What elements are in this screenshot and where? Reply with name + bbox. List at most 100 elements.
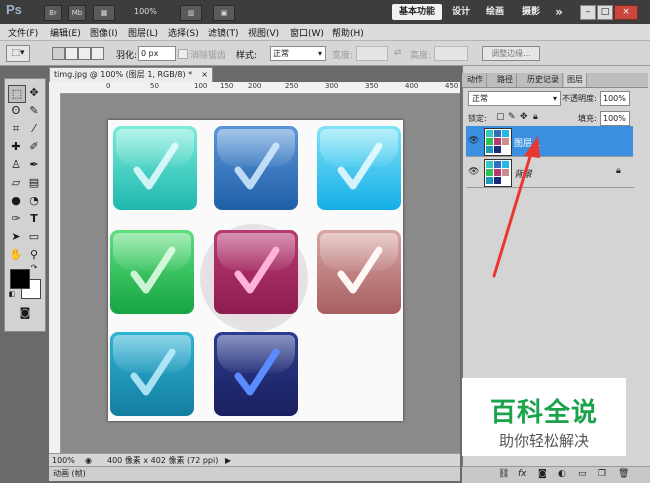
layer-lock-icon: 🔒︎ [616, 166, 621, 176]
lock-position-icon[interactable]: ✥ [520, 112, 528, 122]
menu-filter[interactable]: 滤镜(T) [208, 26, 239, 39]
antialias-checkbox[interactable] [178, 49, 188, 59]
screen-mode-button[interactable]: ▣ [213, 5, 235, 21]
animation-panel-tab[interactable]: 动画 (帧) [49, 466, 460, 481]
tab-layers[interactable]: 图层 [564, 73, 587, 87]
type-tool-icon[interactable]: T [26, 211, 42, 227]
foreground-color-swatch[interactable] [10, 269, 30, 289]
link-layers-icon[interactable]: ⛓︎ [498, 469, 509, 479]
fill-input[interactable]: 100% [600, 111, 630, 126]
check-icon-magenta [214, 230, 298, 314]
tab-history[interactable]: 历史记录 [524, 73, 563, 87]
eyedropper-tool-icon[interactable]: ⁄ [26, 121, 42, 137]
tools-panel: ⬚ ✥ ʘ ✎ ⌗ ⁄ ✚ ✐ ♙ ✒ ▱ ▤ ● ◔ ✑ T ➤ ▭ ✋ ⚲ … [4, 78, 46, 332]
mini-bridge-button[interactable]: Mb [68, 5, 86, 21]
options-bar: ⬚▾ 羽化: 0 px 消除锯齿 样式: 正常 ▾ 宽度: ⇄ 高度: 调整边缘.… [0, 41, 650, 66]
style-select[interactable]: 正常 ▾ [270, 46, 326, 61]
new-group-icon[interactable]: ▭ [578, 469, 587, 479]
hand-tool-icon[interactable]: ✋ [8, 247, 24, 263]
lock-transparent-icon[interactable]: ▢ [496, 112, 505, 122]
intersect-selection-icon[interactable] [91, 47, 104, 60]
maximize-button[interactable]: □ [597, 5, 613, 20]
height-label: 高度: [410, 51, 432, 61]
view-extras-button[interactable]: ▦ [93, 5, 115, 21]
arrange-documents-button[interactable]: ▥ [180, 5, 202, 21]
application-bar: Ps Br Mb ▦ 100% ▥ ▣ 基本功能 设计 绘画 摄影 » – □ … [0, 0, 650, 25]
workspace-basic[interactable]: 基本功能 [392, 4, 442, 20]
eraser-tool-icon[interactable]: ▱ [8, 175, 24, 191]
move-tool-icon[interactable]: ✥ [26, 85, 42, 101]
ruler-tick: 300 [325, 82, 339, 90]
feather-label: 羽化: [116, 51, 138, 61]
check-icon-rose [317, 230, 401, 314]
tab-paths[interactable]: 路径 [494, 73, 517, 87]
zoom-tool-icon[interactable]: ⚲ [26, 247, 42, 263]
tab-actions[interactable]: 动作 [464, 73, 487, 87]
menu-file[interactable]: 文件(F) [8, 26, 38, 39]
pen-tool-icon[interactable]: ✑ [8, 211, 24, 227]
blur-tool-icon[interactable]: ● [8, 193, 24, 209]
crop-tool-icon[interactable]: ⌗ [8, 121, 24, 137]
default-colors-icon[interactable]: ◧ [7, 289, 17, 299]
quick-select-tool-icon[interactable]: ✎ [26, 103, 42, 119]
close-button[interactable]: × [614, 5, 638, 20]
close-document-icon[interactable]: × [201, 68, 208, 82]
new-layer-icon[interactable]: ❐ [598, 469, 606, 479]
dodge-tool-icon[interactable]: ◔ [26, 193, 42, 209]
quick-mask-icon[interactable]: ◙ [17, 305, 33, 321]
workspace-design[interactable]: 设计 [448, 4, 474, 20]
fill-label: 填充: [578, 114, 597, 123]
gradient-tool-icon[interactable]: ▤ [26, 175, 42, 191]
menu-image[interactable]: 图像(I) [90, 26, 118, 39]
horizontal-ruler: 0 50 100 150 200 250 300 350 400 450 [49, 82, 460, 94]
lock-label: 锁定: [468, 114, 487, 123]
opacity-label: 不透明度: [562, 94, 597, 103]
history-brush-tool-icon[interactable]: ✒ [26, 157, 42, 173]
opacity-input[interactable]: 100% [600, 91, 630, 106]
minimize-button[interactable]: – [580, 5, 596, 20]
blend-mode-select[interactable]: 正常 ▾ [468, 91, 561, 106]
subtract-selection-icon[interactable] [78, 47, 91, 60]
add-selection-icon[interactable] [65, 47, 78, 60]
clone-stamp-tool-icon[interactable]: ♙ [8, 157, 24, 173]
watermark-subtitle: 助你轻松解决 [498, 432, 589, 450]
layer-style-icon[interactable]: fx [518, 469, 527, 479]
swap-icon[interactable]: ⇄ [394, 48, 402, 58]
ruler-tick: 100 [194, 82, 208, 90]
feather-input[interactable]: 0 px [138, 46, 176, 61]
eye-icon[interactable]: 👁︎ [468, 136, 480, 146]
width-input[interactable] [356, 46, 388, 61]
menu-window[interactable]: 窗口(W) [290, 26, 324, 39]
bridge-button[interactable]: Br [44, 5, 62, 21]
path-select-tool-icon[interactable]: ➤ [8, 229, 24, 245]
zoom-level[interactable]: 100% [134, 7, 157, 16]
menu-view[interactable]: 视图(V) [248, 26, 279, 39]
new-selection-icon[interactable] [52, 47, 65, 60]
lock-image-icon[interactable]: ✎ [508, 112, 516, 122]
brush-tool-icon[interactable]: ✐ [26, 139, 42, 155]
menu-select[interactable]: 选择(S) [168, 26, 199, 39]
lock-all-icon[interactable]: 🔒︎ [533, 112, 538, 122]
check-icon-green [110, 230, 194, 314]
menu-help[interactable]: 帮助(H) [332, 26, 364, 39]
document-tab[interactable]: timg.jpg @ 100% (图层 1, RGB/8) * × [49, 67, 213, 82]
workspace-photography[interactable]: 摄影 [518, 4, 544, 20]
eye-icon[interactable]: 👁︎ [468, 167, 480, 177]
refine-edge-button[interactable]: 调整边缘... [482, 46, 540, 61]
workspace-painting[interactable]: 绘画 [482, 4, 508, 20]
more-workspaces-icon[interactable]: » [552, 4, 566, 20]
shape-tool-icon[interactable]: ▭ [26, 229, 42, 245]
swap-colors-icon[interactable]: ↷ [29, 263, 39, 273]
layer-mask-icon[interactable]: ◙ [538, 469, 547, 479]
delete-layer-icon[interactable]: 🗑︎ [618, 469, 629, 479]
width-label: 宽度: [332, 51, 354, 61]
menu-edit[interactable]: 编辑(E) [50, 26, 81, 39]
adjustment-layer-icon[interactable]: ◐ [558, 469, 566, 479]
rect-marquee-tool-icon[interactable]: ⬚ [8, 85, 26, 103]
document-canvas[interactable] [108, 120, 403, 421]
menu-layer[interactable]: 图层(L) [128, 26, 158, 39]
healing-brush-tool-icon[interactable]: ✚ [8, 139, 24, 155]
height-input[interactable] [434, 46, 468, 61]
tool-preset-picker[interactable]: ⬚▾ [6, 45, 30, 62]
lasso-tool-icon[interactable]: ʘ [8, 103, 24, 119]
